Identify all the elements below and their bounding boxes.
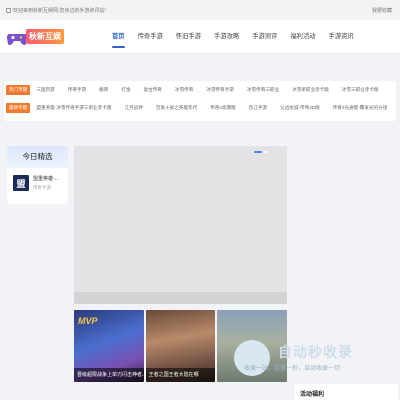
home-icon [6, 8, 11, 13]
tag-link[interactable]: 父战龙城-传奇3D版 [280, 105, 320, 111]
banner-caption-bar [74, 292, 287, 304]
topic-tags-panel: 热门专题 三国页游 传奇手游 搬砖 打金 复古传奇 冰雪传奇 冰雪传奇手游 冰雪… [4, 81, 396, 121]
tag-link[interactable]: 冰雪传奇 [175, 87, 193, 93]
welcome-label: 欢迎来到秋新互娱网,您身边的手游资讯站! [13, 8, 106, 14]
watermark-slogan: 收录一站，流量一秒，自动收录一切 [244, 366, 341, 372]
game-thumbnail: 盟 [13, 175, 29, 191]
gamepad-icon [7, 34, 27, 45]
today-picks-title: 今日精选 [7, 146, 68, 168]
watermark: 自动秒收录 收录一站，流量一秒，自动收录一切 [234, 340, 394, 380]
nav-home[interactable]: 首页 [112, 20, 125, 54]
site-logo[interactable]: 秋新互娱 [6, 26, 64, 50]
banner-carousel[interactable] [74, 146, 287, 304]
game-category: 传奇手游 [33, 185, 51, 190]
site-header: 秋新互娱 首页 传奇手游 怀旧手游 手游攻略 手游测评 福利活动 手游资讯 [0, 20, 400, 54]
nav-guides[interactable]: 手游攻略 [214, 20, 239, 54]
top-bar: 欢迎来到秋新互娱网,您身边的手游资讯站! 我要收藏 [0, 0, 400, 20]
today-pick-item[interactable]: 盟 盟重英雄-... 传奇手游 [13, 175, 59, 191]
gallery-card-label: 晋级超限战争上单刃闪击神者... [74, 368, 144, 382]
gallery-card[interactable]: MVP 晋级超限战争上单刃闪击神者... [74, 310, 144, 382]
nav-legend-games[interactable]: 传奇手游 [138, 20, 163, 54]
carousel-indicators [254, 151, 267, 153]
tag-link[interactable]: 冰雪单职业赤卡版 [292, 87, 329, 93]
activity-panel: 活动福利 [294, 384, 398, 400]
main-nav: 首页 传奇手游 怀旧手游 手游攻略 手游测评 福利活动 手游资讯 [112, 20, 367, 54]
tag-link[interactable]: 盟重英雄-冰雪传奇手游三职业赤卡版 [36, 105, 111, 111]
favorite-link[interactable]: 我要收藏 [372, 7, 392, 14]
logo-text: 秋新互娱 [26, 29, 64, 44]
watermark-title: 自动秒收录 [278, 344, 353, 360]
nav-retro-games[interactable]: 怀旧手游 [176, 20, 201, 54]
latest-topics-label: 最新专题 [6, 102, 31, 113]
game-name: 盟重英雄-... [33, 176, 59, 182]
today-picks-card: 今日精选 盟 盟重英雄-... 传奇手游 [7, 146, 68, 204]
hot-topics-label: 热门专题 [6, 84, 31, 95]
activity-title: 活动福利 [300, 392, 325, 398]
gallery-card-label: 王者之国王者大陆在哪 [145, 368, 216, 382]
tag-link[interactable]: 传奇3高爆版 [210, 105, 236, 111]
tag-link[interactable]: 百鬼十族之英雄年代 [156, 105, 197, 111]
nav-reviews[interactable]: 手游测评 [252, 20, 277, 54]
nav-news[interactable]: 手游资讯 [329, 20, 354, 54]
welcome-text: 欢迎来到秋新互娱网,您身边的手游资讯站! [6, 7, 106, 14]
nav-events[interactable]: 福利活动 [290, 20, 315, 54]
tag-link[interactable]: 搬砖 [99, 87, 108, 93]
tag-link[interactable]: 江月战神 [124, 105, 142, 111]
tag-link[interactable]: 热江手游 [249, 105, 267, 111]
latest-topics-row: 最新专题 盟重英雄-冰雪传奇手游三职业赤卡版 江月战神 百鬼十族之英雄年代 传奇… [6, 102, 400, 113]
hot-topics-row: 热门专题 三国页游 传奇手游 搬砖 打金 复古传奇 冰雪传奇 冰雪传奇手游 冰雪… [6, 84, 392, 95]
tag-link[interactable]: 冰雪传奇三职业 [247, 87, 279, 93]
carousel-dot[interactable] [264, 151, 267, 153]
tag-link[interactable]: 三国页游 [36, 87, 54, 93]
tag-link[interactable]: 复古传奇 [144, 87, 162, 93]
gallery-card[interactable]: 王者之国王者大陆在哪 [145, 310, 216, 382]
tag-link[interactable]: 冰雪传奇手游 [206, 87, 234, 93]
mvp-graphic: MVP [78, 316, 98, 326]
tag-link[interactable]: 冰雪三职业赤卡版 [342, 87, 379, 93]
tag-link[interactable]: 打金 [121, 87, 130, 93]
tag-link[interactable]: 传奇手游 [68, 87, 86, 93]
carousel-dot[interactable] [254, 151, 262, 153]
tag-link[interactable]: 传奇3光通版-覆发光的分组 [333, 105, 388, 111]
